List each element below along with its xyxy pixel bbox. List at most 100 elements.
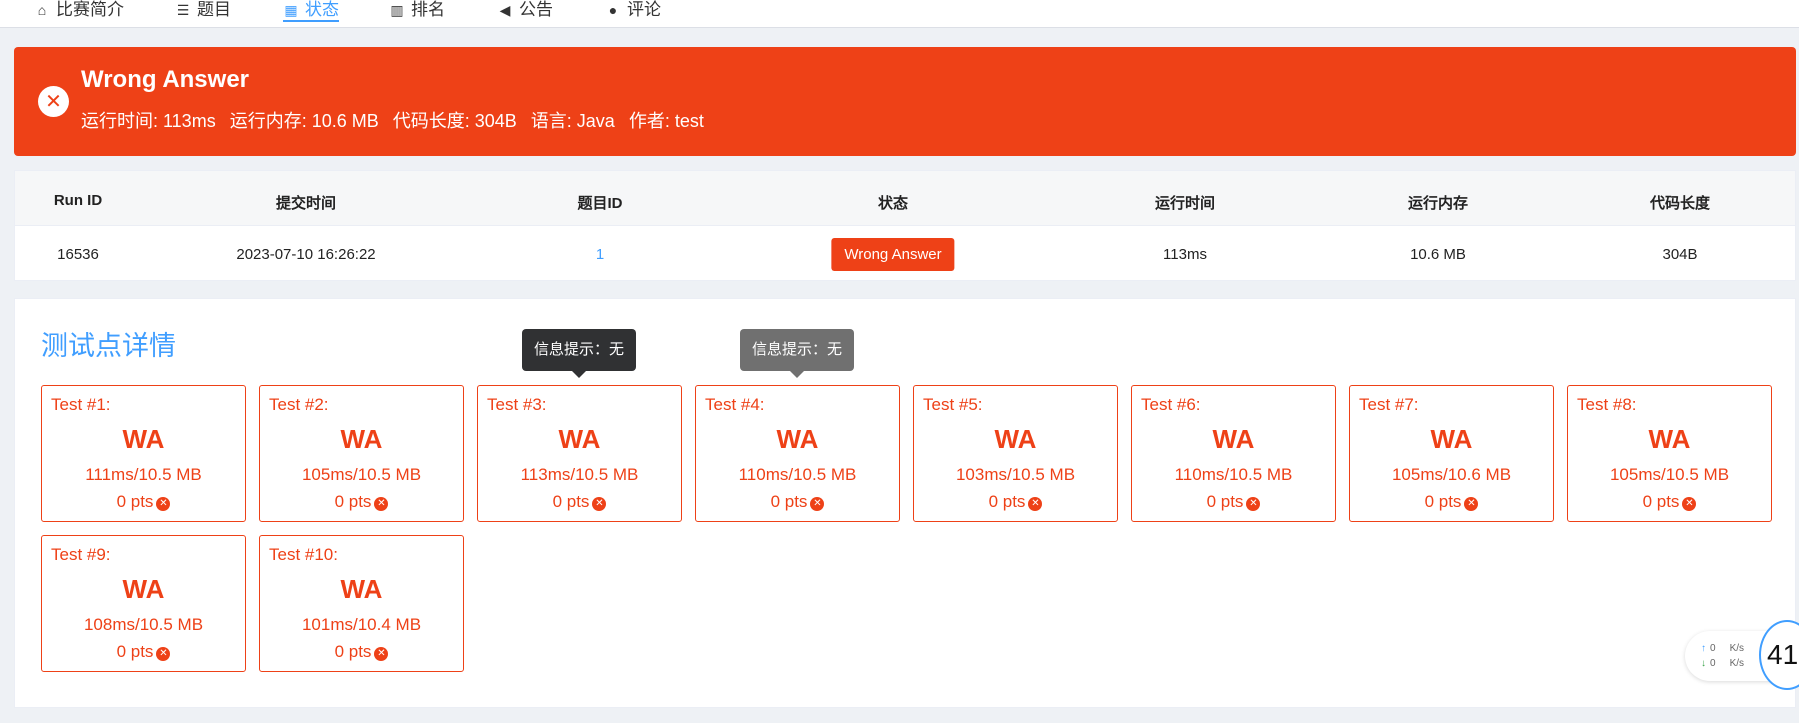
grid-icon: ▦ [284,2,298,18]
test-case-stats: 105ms/10.6 MB [1391,465,1512,484]
test-case-card[interactable]: Test #6: WA 110ms/10.5 MB 0 pts ✕ [1131,385,1336,522]
test-case-points: 0 pts ✕ [1132,492,1335,512]
close-circle-icon: ✕ [156,497,171,511]
test-3-tooltip: 信息提示：无 [522,329,637,371]
test-case-points: 0 pts ✕ [260,492,463,512]
test-case-result: WA [776,424,819,454]
run-info-table: Run ID 提交时间 题目ID 状态 运行时间 运行内存 代码长度 16536… [14,170,1796,281]
header-problem-id: 题目ID [577,195,623,212]
test-case-label: Test #1: [51,395,111,414]
result-banner: ✕ Wrong Answer 运行时间: 113ms 运行内存: 10.6 MB… [14,47,1796,156]
test-case-label: Test #10: [269,545,338,564]
test-case-stats: 101ms/10.4 MB [301,615,422,634]
nav-item-rank[interactable]: ▥ 排名 [389,0,445,28]
arrow-up-icon: ↑ [1701,643,1706,654]
test-case-card[interactable]: Test #2: WA 105ms/10.5 MB 0 pts ✕ [259,385,464,522]
test-case-stats: 110ms/10.5 MB [1174,465,1293,484]
banner-run-time: 运行时间: 113ms [81,111,216,131]
status-tag[interactable]: Wrong Answer [831,238,955,271]
test-4-tooltip: 信息提示：无 [740,329,855,371]
nav-item-announcement[interactable]: ◀ 公告 [497,0,553,28]
header-code-length: 代码长度 [1649,195,1711,212]
nav-label: 评论 [627,0,661,19]
banner-meta: 运行时间: 113ms 运行内存: 10.6 MB 代码长度: 304B 语言:… [81,107,704,133]
nav-item-problems[interactable]: ☰ 题目 [175,0,231,28]
upload-value: 0 [1710,643,1716,654]
test-case-label: Test #5: [923,395,983,414]
nav-label: 比赛简介 [56,0,124,19]
nav-item-comments[interactable]: ● 评论 [605,0,661,28]
banner-author: 作者: test [628,111,704,131]
header-memory: 运行内存 [1407,195,1469,212]
test-case-points: 0 pts ✕ [260,642,463,662]
test-case-card[interactable]: Test #1: WA 111ms/10.5 MB 0 pts ✕ [41,385,246,522]
test-case-result: WA [1212,424,1255,454]
test-case-points: 0 pts ✕ [1568,492,1771,512]
banner-title: Wrong Answer [81,66,250,93]
test-case-pts-text: 0 pts [116,492,154,511]
test-case-label: Test #8: [1577,395,1637,414]
test-case-pts-text: 0 pts [116,642,154,661]
nav-item-status[interactable]: ▦ 状态 [283,0,339,28]
test-case-points: 0 pts ✕ [696,492,899,512]
test-case-card[interactable]: Test #7: WA 105ms/10.6 MB 0 pts ✕ [1349,385,1554,522]
close-circle-icon: ✕ [1464,497,1479,511]
test-case-label: Test #6: [1141,395,1201,414]
test-case-label: Test #2: [269,395,329,414]
megaphone-icon: ◀ [499,2,511,18]
problem-id-link[interactable]: 1 [596,246,604,263]
nav-label: 排名 [411,0,445,19]
comment-icon: ● [608,2,618,18]
test-case-card[interactable]: Test #3: WA 113ms/10.5 MB 0 pts ✕ [477,385,682,522]
test-case-pts-text: 0 pts [334,492,372,511]
download-unit: K/s [1729,658,1745,669]
cell-submit-time: 2023-07-10 16:26:22 [236,246,376,263]
test-case-points: 0 pts ✕ [42,492,245,512]
home-icon: ⌂ [37,2,47,18]
test-case-card[interactable]: Test #8: WA 105ms/10.5 MB 0 pts ✕ [1567,385,1772,522]
banner-language: 语言: Java [530,111,615,131]
test-case-pts-text: 0 pts [770,492,808,511]
nav-item-intro[interactable]: ⌂ 比赛简介 [34,0,124,28]
test-case-pts-text: 0 pts [1206,492,1244,511]
header-run-time: 运行时间 [1154,195,1216,212]
test-case-card[interactable]: Test #10: WA 101ms/10.4 MB 0 pts ✕ [259,535,464,672]
nav-label: 公告 [519,0,553,19]
banner-memory: 运行内存: 10.6 MB [229,111,379,131]
upload-speed: ↑ 0 K/s [1701,643,1744,654]
download-speed: ↓ 0 K/s [1701,658,1744,669]
test-case-card[interactable]: Test #9: WA 108ms/10.5 MB 0 pts ✕ [41,535,246,672]
test-case-stats: 105ms/10.5 MB [301,465,422,484]
test-case-card[interactable]: Test #4: WA 110ms/10.5 MB 0 pts ✕ [695,385,900,522]
test-case-pts-text: 0 pts [1424,492,1462,511]
test-case-result: WA [340,574,383,604]
header-submit-time: 提交时间 [275,195,337,212]
list-icon: ☰ [176,2,190,18]
test-case-stats: 108ms/10.5 MB [83,615,204,634]
test-case-result: WA [994,424,1037,454]
test-case-label: Test #7: [1359,395,1419,414]
cell-run-id: 16536 [57,246,99,263]
test-case-pts-text: 0 pts [1642,492,1680,511]
test-case-stats: 103ms/10.5 MB [955,465,1076,484]
test-cases-panel: 测试点详情 Test #1: WA 111ms/10.5 MB 0 pts ✕ Test … [14,298,1796,708]
close-circle-icon: ✕ [592,497,607,511]
cell-code-length: 304B [1662,246,1698,263]
test-case-result: WA [340,424,383,454]
close-circle-icon: ✕ [38,86,69,117]
header-run-id: Run ID [53,192,103,209]
test-case-label: Test #3: [487,395,547,414]
test-case-points: 0 pts ✕ [914,492,1117,512]
test-case-result: WA [558,424,601,454]
test-case-card[interactable]: Test #5: WA 103ms/10.5 MB 0 pts ✕ [913,385,1118,522]
test-case-stats: 111ms/10.5 MB [85,465,202,484]
test-case-label: Test #9: [51,545,111,564]
download-value: 0 [1710,658,1716,669]
test-case-pts-text: 0 pts [552,492,590,511]
test-case-stats: 113ms/10.5 MB [520,465,639,484]
test-case-result: WA [1648,424,1691,454]
upload-unit: K/s [1729,643,1745,654]
close-circle-icon: ✕ [1682,497,1697,511]
test-case-label: Test #4: [705,395,765,414]
test-case-result: WA [1430,424,1473,454]
